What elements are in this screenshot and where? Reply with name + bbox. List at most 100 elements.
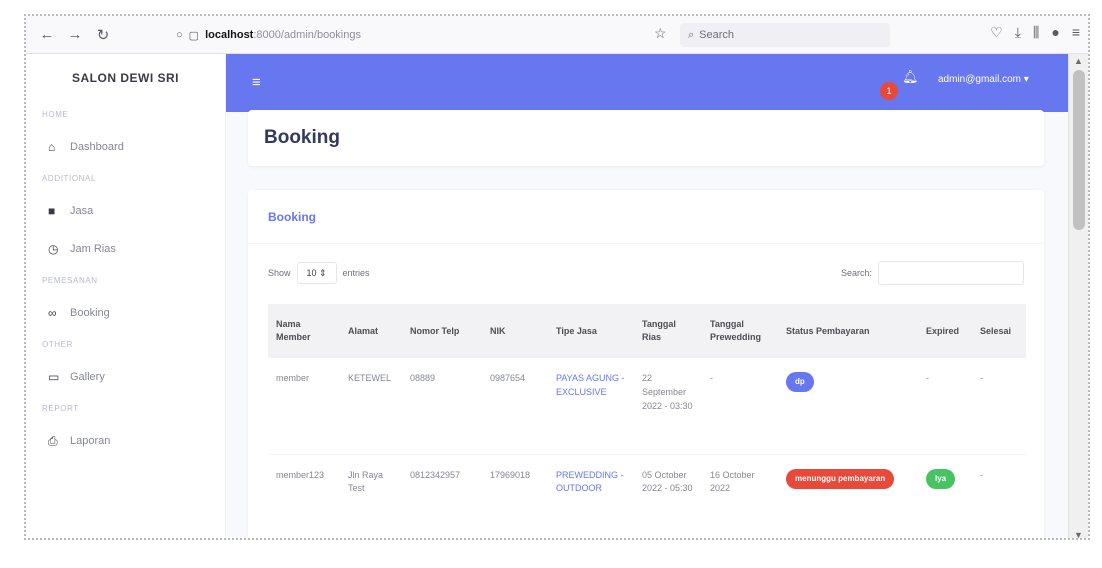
user-dropdown[interactable]: admin@gmail.com ▾ [938, 74, 1029, 85]
cell-expired: Iya [918, 454, 972, 538]
cell-selesai: - [972, 358, 1026, 455]
col-tanggal-prewedding[interactable]: Tanggal Prewedding [702, 304, 778, 358]
url-host: localhost [205, 29, 254, 41]
clock-icon: ◷ [48, 242, 59, 256]
col-alamat[interactable]: Alamat [340, 304, 402, 358]
table-search-label: Search: [840, 268, 872, 278]
scroll-down-icon[interactable]: ▼ [1074, 530, 1083, 538]
sidebar-item-jasa[interactable]: ■ Jasa [26, 192, 225, 230]
col-expired[interactable]: Expired [918, 304, 972, 358]
print-icon: ⎙ [48, 433, 58, 448]
browser-toolbar: ← → ↻ ○ ▢ localhost:8000/admin/bookings … [26, 16, 1088, 54]
topbar: ≡ 1 🔔︎ admin@gmail.com ▾ [226, 54, 1072, 112]
reload-icon[interactable]: ↻ [92, 26, 114, 44]
table-header-row: Nama Member Alamat Nomor Telp NIK Tipe J… [268, 304, 1026, 358]
sidebar-item-booking[interactable]: ∞ Booking [26, 294, 225, 332]
status-badge[interactable]: dp [786, 372, 814, 393]
sidebar-heading-other: OTHER [42, 340, 73, 349]
expired-badge[interactable]: Iya [926, 468, 956, 489]
cell-tanggal-rias: 22 September 2022 - 03:30 [634, 358, 702, 455]
sidebar-heading-report: REPORT [42, 404, 79, 413]
pocket-icon[interactable]: ♡ [990, 24, 1003, 41]
cell-tanggal-prewedding: 16 October 2022 [702, 454, 778, 538]
sidebar-item-label: Gallery [70, 371, 105, 383]
cell-tanggal-rias: 05 October 2022 - 05:30 [634, 454, 702, 538]
bell-icon[interactable]: 🔔︎ [902, 69, 919, 85]
status-badge[interactable]: menunggu pembayaran [786, 468, 895, 489]
account-icon[interactable]: ● [1051, 24, 1059, 41]
home-icon: ⌂ [48, 140, 56, 154]
col-status-pembayaran[interactable]: Status Pembayaran [778, 304, 918, 358]
col-selesai[interactable]: Selesai [972, 304, 1026, 358]
page-scrollbar[interactable]: ▲ ▼ [1068, 54, 1088, 538]
cell-telp: 0812342957 [402, 454, 482, 538]
sidebar: SALON DEWI SRI HOME ⌂ Dashboard ADDITION… [26, 54, 226, 538]
card-title: Booking [268, 209, 316, 224]
bookmark-star-icon[interactable]: ☆ [654, 25, 667, 42]
browser-search-input[interactable]: ⌕ Search [680, 23, 890, 47]
cell-alamat: KETEWEL [340, 358, 402, 455]
app: SALON DEWI SRI HOME ⌂ Dashboard ADDITION… [26, 54, 1072, 538]
col-tipe-jasa[interactable]: Tipe Jasa [548, 304, 634, 358]
col-tanggal-rias[interactable]: Tanggal Rias [634, 304, 702, 358]
cell-status: dp [778, 358, 918, 455]
scrollbar-thumb[interactable] [1073, 70, 1085, 230]
library-icon[interactable]: ⫼ [1033, 24, 1039, 41]
entries-value: 10 [306, 268, 317, 278]
show-label: Show [268, 268, 291, 278]
cell-selesai: - [972, 454, 1026, 538]
chevron-updown-icon: ⇕ [319, 267, 327, 278]
image-icon: ▭ [48, 370, 60, 384]
page-icon: ▢ [188, 29, 200, 42]
card-header: Booking [248, 190, 1044, 244]
notification-badge: 1 [880, 82, 898, 100]
cell-tipe-jasa[interactable]: PAYAS AGUNG - EXCLUSIVE [548, 358, 634, 455]
sidebar-item-jam-rias[interactable]: ◷ Jam Rias [26, 230, 225, 268]
sidebar-heading-additional: ADDITIONAL [42, 174, 97, 183]
sidebar-heading-pemesanan: PEMESANAN [42, 276, 98, 285]
briefcase-icon: ■ [48, 204, 56, 218]
hamburger-menu-icon[interactable]: ≡ [252, 74, 261, 91]
scroll-up-icon[interactable]: ▲ [1074, 56, 1083, 66]
table-controls: Show 10 ⇕ entries Search: [268, 260, 1024, 286]
col-nama-member[interactable]: Nama Member [268, 304, 340, 358]
menu-icon[interactable]: ≡ [1072, 24, 1080, 41]
cell-tipe-jasa[interactable]: PREWEDDING - OUTDOOR [548, 454, 634, 538]
search-placeholder: Search [699, 29, 735, 41]
url-path: :8000/admin/bookings [253, 29, 361, 41]
main-content: ≡ 1 🔔︎ admin@gmail.com ▾ Booking Booking… [226, 54, 1072, 538]
cell-alamat: Jln Raya Test [340, 454, 402, 538]
table-search-input[interactable] [878, 261, 1024, 285]
link-icon: ∞ [48, 306, 57, 320]
cell-tanggal-prewedding: - [702, 358, 778, 455]
cell-nik: 17969018 [482, 454, 548, 538]
entries-select[interactable]: 10 ⇕ [296, 262, 337, 284]
sidebar-item-label: Jasa [70, 205, 94, 217]
booking-card: Booking Show 10 ⇕ entries Search: Nama M… [248, 190, 1044, 538]
sidebar-item-label: Jam Rias [70, 243, 116, 255]
cell-expired: - [918, 358, 972, 455]
search-icon: ⌕ [688, 28, 695, 41]
cell-nik: 0987654 [482, 358, 548, 455]
sidebar-item-laporan[interactable]: ⎙ Laporan [26, 422, 225, 460]
cell-nama: member [268, 358, 340, 455]
back-icon[interactable]: ← [36, 26, 58, 44]
forward-icon[interactable]: → [64, 26, 86, 44]
col-nik[interactable]: NIK [482, 304, 548, 358]
address-bar[interactable]: ○ ▢ localhost:8000/admin/bookings [176, 23, 638, 47]
sidebar-item-gallery[interactable]: ▭ Gallery [26, 358, 225, 396]
col-nomor-telp[interactable]: Nomor Telp [402, 304, 482, 358]
sidebar-heading-home: HOME [42, 110, 69, 119]
sidebar-item-label: Dashboard [70, 141, 124, 153]
download-icon[interactable]: ⤓ [1015, 24, 1021, 41]
brand-title[interactable]: SALON DEWI SRI [26, 54, 225, 102]
sidebar-item-label: Booking [70, 307, 110, 319]
table-row: member123 Jln Raya Test 0812342957 17969… [268, 454, 1026, 538]
cell-telp: 08889 [402, 358, 482, 455]
table-row: member KETEWEL 08889 0987654 PAYAS AGUNG… [268, 358, 1026, 455]
sidebar-item-dashboard[interactable]: ⌂ Dashboard [26, 128, 225, 166]
cell-status: menunggu pembayaran [778, 454, 918, 538]
sidebar-item-label: Laporan [70, 435, 111, 447]
cell-nama: member123 [268, 454, 340, 538]
shield-icon: ○ [176, 29, 183, 41]
